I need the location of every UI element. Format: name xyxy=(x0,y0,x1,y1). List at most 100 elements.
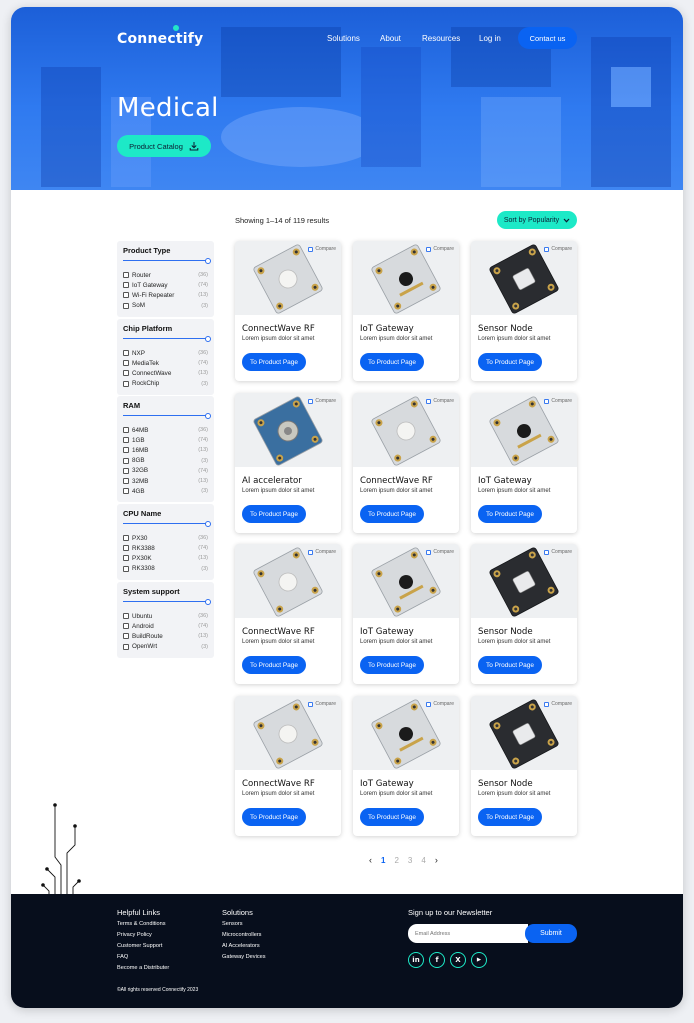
footer-link-faq[interactable]: FAQ xyxy=(117,954,128,960)
compare-checkbox[interactable]: Compare xyxy=(308,549,336,555)
page-link-3[interactable]: 3 xyxy=(408,856,412,865)
footer-link-ai-accelerators[interactable]: AI Accelerators xyxy=(222,943,260,949)
compare-checkbox-box[interactable] xyxy=(544,246,550,252)
product-image[interactable] xyxy=(471,241,577,315)
compare-checkbox-box[interactable] xyxy=(308,246,314,252)
filter-option[interactable]: 4GB (3) xyxy=(123,486,208,496)
filter-checkbox[interactable] xyxy=(123,302,129,309)
to-product-page-button[interactable]: To Product Page xyxy=(242,656,306,674)
product-card[interactable]: Compare IoT Gateway Lorem ipsum dolor sit … xyxy=(353,696,459,836)
x-icon[interactable]: X xyxy=(450,952,466,968)
filter-checkbox[interactable] xyxy=(123,613,129,620)
product-image[interactable] xyxy=(471,393,577,467)
product-image[interactable] xyxy=(235,696,341,770)
to-product-page-button[interactable]: To Product Page xyxy=(360,656,424,674)
filter-option[interactable]: 1GB (74) xyxy=(123,435,208,445)
filter-option[interactable]: Wi-Fi Repeater (13) xyxy=(123,290,208,300)
filter-checkbox[interactable] xyxy=(123,633,129,640)
filter-checkbox[interactable] xyxy=(123,623,129,630)
filter-range-slider[interactable] xyxy=(123,335,211,342)
filter-option[interactable]: Ubuntu (36) xyxy=(123,611,208,621)
compare-checkbox[interactable]: Compare xyxy=(544,701,572,707)
filter-option[interactable]: NXP (36) xyxy=(123,348,208,358)
compare-checkbox-box[interactable] xyxy=(426,549,432,555)
product-catalog-button[interactable]: Product Catalog xyxy=(117,135,211,157)
filter-checkbox[interactable] xyxy=(123,282,129,289)
filter-option[interactable]: SoM (3) xyxy=(123,301,208,311)
product-image[interactable] xyxy=(353,544,459,618)
compare-checkbox-box[interactable] xyxy=(308,701,314,707)
compare-checkbox-box[interactable] xyxy=(544,549,550,555)
contact-us-button[interactable]: Contact us xyxy=(518,27,577,49)
filter-checkbox[interactable] xyxy=(123,350,129,357)
compare-checkbox[interactable]: Compare xyxy=(544,549,572,555)
filter-checkbox[interactable] xyxy=(123,555,129,562)
filter-checkbox[interactable] xyxy=(123,292,129,299)
footer-link-terms[interactable]: Terms & Conditions xyxy=(117,921,166,927)
product-image[interactable] xyxy=(471,696,577,770)
compare-checkbox[interactable]: Compare xyxy=(426,246,454,252)
to-product-page-button[interactable]: To Product Page xyxy=(478,505,542,523)
filter-option[interactable]: PX30K (13) xyxy=(123,553,208,563)
filter-option[interactable]: 32GB (74) xyxy=(123,466,208,476)
product-card[interactable]: Compare Sensor Node Lorem ipsum dolor sit … xyxy=(471,241,577,381)
to-product-page-button[interactable]: To Product Page xyxy=(242,808,306,826)
filter-option[interactable]: Router (36) xyxy=(123,270,208,280)
footer-link-gateway-devices[interactable]: Gateway Devices xyxy=(222,954,266,960)
compare-checkbox-box[interactable] xyxy=(544,398,550,404)
filter-checkbox[interactable] xyxy=(123,565,129,572)
compare-checkbox[interactable]: Compare xyxy=(426,549,454,555)
nav-resources[interactable]: Resources xyxy=(422,34,460,43)
slider-handle[interactable] xyxy=(205,412,211,419)
nav-login[interactable]: Log in xyxy=(479,34,501,43)
slider-handle[interactable] xyxy=(205,598,211,605)
compare-checkbox-box[interactable] xyxy=(308,549,314,555)
filter-option[interactable]: 64MB (36) xyxy=(123,425,208,435)
footer-link-support[interactable]: Customer Support xyxy=(117,943,162,949)
filter-checkbox[interactable] xyxy=(123,447,129,454)
filter-option[interactable]: BuildRoute (13) xyxy=(123,631,208,641)
product-card[interactable]: Compare AI accelerator Lorem ipsum dolor s… xyxy=(235,393,341,533)
compare-checkbox[interactable]: Compare xyxy=(308,398,336,404)
compare-checkbox[interactable]: Compare xyxy=(426,398,454,404)
page-link-4[interactable]: 4 xyxy=(421,856,425,865)
filter-checkbox[interactable] xyxy=(123,272,129,279)
linkedin-icon[interactable]: in xyxy=(408,952,424,968)
compare-checkbox[interactable]: Compare xyxy=(308,246,336,252)
product-card[interactable]: Compare ConnectWave RF Lorem ipsum dolor s… xyxy=(235,696,341,836)
page-link-1[interactable]: 1 xyxy=(381,856,385,865)
product-card[interactable]: Compare ConnectWave RF Lorem ipsum dolor s… xyxy=(353,393,459,533)
filter-checkbox[interactable] xyxy=(123,535,129,542)
newsletter-submit-button[interactable]: Submit xyxy=(525,924,577,943)
filter-checkbox[interactable] xyxy=(123,457,129,464)
product-image[interactable] xyxy=(235,241,341,315)
product-image[interactable] xyxy=(471,544,577,618)
sort-dropdown[interactable]: Sort by Popularity xyxy=(497,211,577,229)
to-product-page-button[interactable]: To Product Page xyxy=(478,656,542,674)
facebook-icon[interactable]: f xyxy=(429,952,445,968)
product-image[interactable] xyxy=(353,696,459,770)
product-card[interactable]: Compare Sensor Node Lorem ipsum dolor sit … xyxy=(471,544,577,684)
filter-checkbox[interactable] xyxy=(123,478,129,485)
to-product-page-button[interactable]: To Product Page xyxy=(360,808,424,826)
filter-range-slider[interactable] xyxy=(123,412,211,419)
filter-option[interactable]: Android (74) xyxy=(123,621,208,631)
filter-option[interactable]: 16MB (13) xyxy=(123,445,208,455)
slider-handle[interactable] xyxy=(205,257,211,264)
product-card[interactable]: Compare Sensor Node Lorem ipsum dolor sit … xyxy=(471,696,577,836)
filter-option[interactable]: 8GB (3) xyxy=(123,456,208,466)
filter-option[interactable]: ConnectWave (13) xyxy=(123,368,208,378)
compare-checkbox-box[interactable] xyxy=(426,701,432,707)
to-product-page-button[interactable]: To Product Page xyxy=(478,353,542,371)
filter-checkbox[interactable] xyxy=(123,437,129,444)
newsletter-email-input[interactable] xyxy=(408,924,528,943)
filter-checkbox[interactable] xyxy=(123,370,129,377)
product-image[interactable] xyxy=(235,393,341,467)
to-product-page-button[interactable]: To Product Page xyxy=(242,353,306,371)
slider-handle[interactable] xyxy=(205,520,211,527)
nav-about[interactable]: About xyxy=(380,34,401,43)
footer-link-privacy[interactable]: Privacy Policy xyxy=(117,932,152,938)
filter-option[interactable]: PX30 (36) xyxy=(123,533,208,543)
filter-checkbox[interactable] xyxy=(123,545,129,552)
filter-checkbox[interactable] xyxy=(123,643,129,650)
